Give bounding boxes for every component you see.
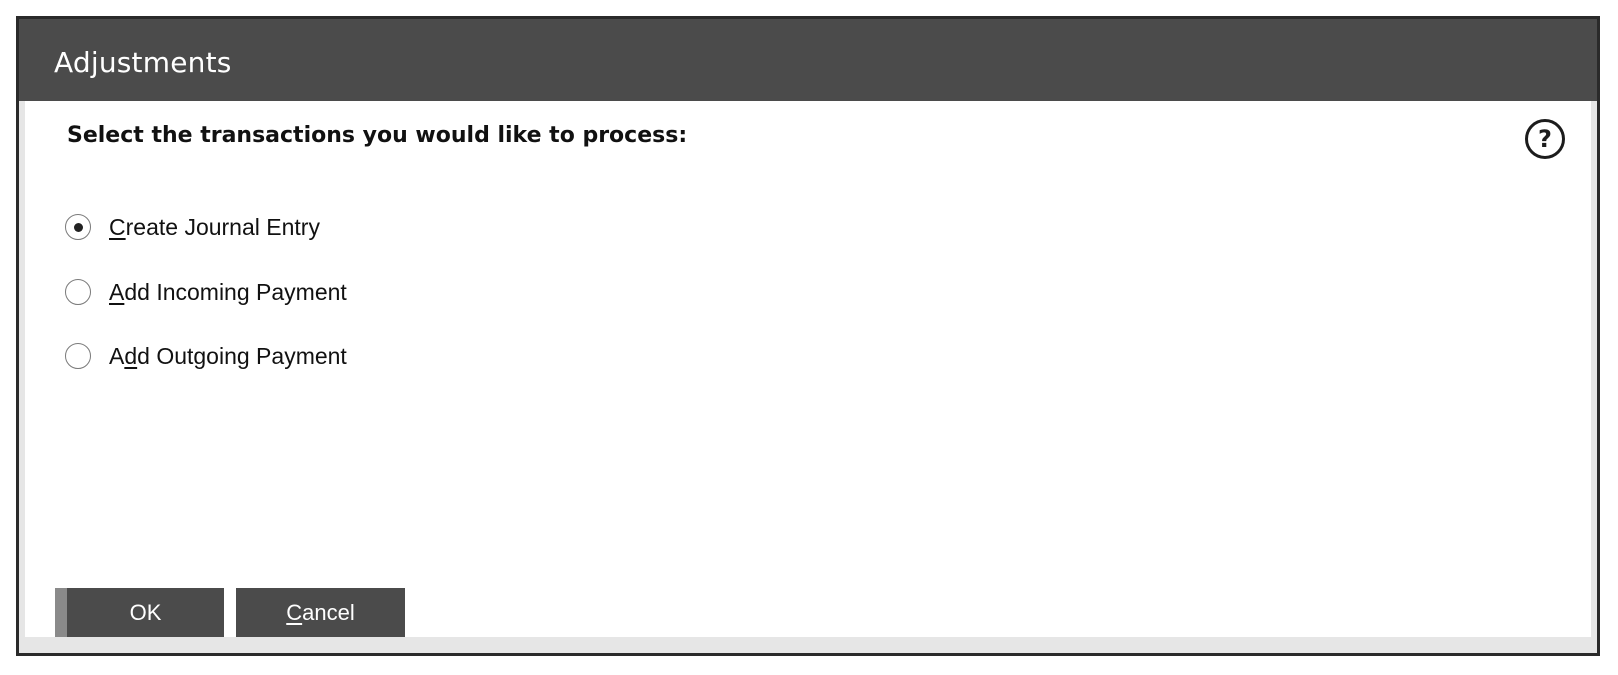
adjustments-dialog: Adjustments Select the transactions you … <box>16 16 1600 656</box>
radio-selected-dot <box>73 222 83 232</box>
option-label-add-outgoing-payment: Add Outgoing Payment <box>109 342 347 369</box>
instruction-text: Select the transactions you would like t… <box>67 123 688 148</box>
option-create-journal-entry[interactable]: Create Journal Entry <box>65 207 320 247</box>
help-question-icon[interactable]: ? <box>1525 119 1565 159</box>
radio-add-incoming-payment[interactable] <box>65 279 91 305</box>
dialog-body: Select the transactions you would like t… <box>25 101 1591 637</box>
option-add-incoming-payment[interactable]: Add Incoming Payment <box>65 272 347 312</box>
option-label-create-journal-entry: Create Journal Entry <box>109 213 320 240</box>
cancel-button-label: Cancel <box>286 599 355 625</box>
option-add-outgoing-payment[interactable]: Add Outgoing Payment <box>65 336 347 376</box>
ok-button[interactable]: OK <box>55 588 224 637</box>
option-label-add-incoming-payment: Add Incoming Payment <box>109 278 347 305</box>
dialog-title: Adjustments <box>54 46 232 79</box>
cancel-button[interactable]: Cancel <box>236 588 405 637</box>
radio-add-outgoing-payment[interactable] <box>65 343 91 369</box>
radio-create-journal-entry[interactable] <box>65 214 91 240</box>
title-bar: Adjustments <box>19 19 1597 101</box>
ok-button-label: OK <box>129 599 162 625</box>
